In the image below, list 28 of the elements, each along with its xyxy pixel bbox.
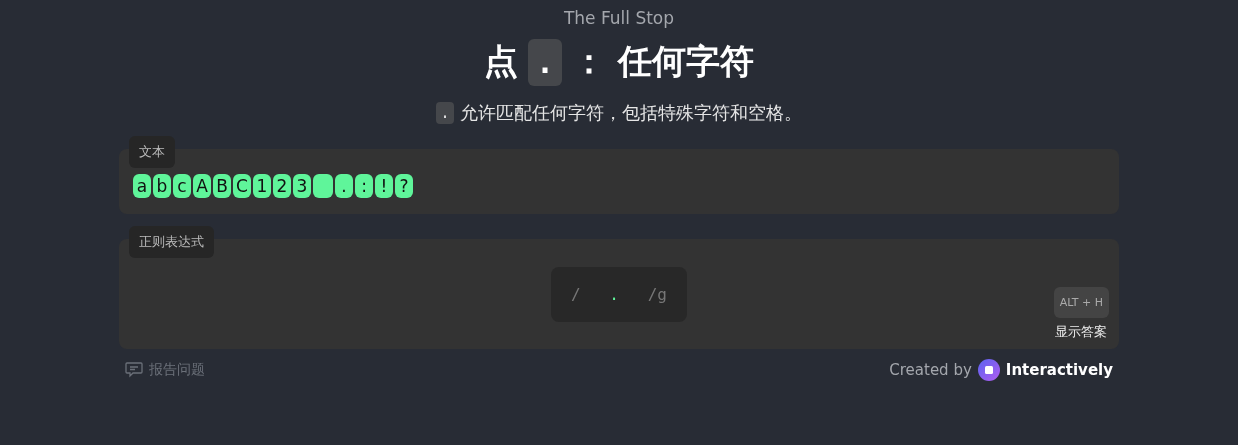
- subtitle-text: 允许匹配任何字符，包括特殊字符和空格。: [459, 101, 802, 125]
- character-chip: C: [233, 174, 251, 198]
- code-chip: .: [528, 38, 563, 86]
- show-answer-label: 显示答案: [1055, 323, 1108, 341]
- code-chip: .: [436, 102, 454, 124]
- panel-label: 正则表达式: [129, 226, 214, 258]
- character-chip: b: [153, 174, 171, 198]
- character-chip: c: [173, 174, 191, 198]
- show-answer-button[interactable]: ALT + H: [1053, 287, 1109, 318]
- character-chip: !: [375, 174, 393, 198]
- character-chip: :: [355, 174, 373, 198]
- credit-text: Created by: [889, 361, 972, 379]
- panel-label: 文本: [129, 136, 175, 168]
- brand-name[interactable]: Interactively: [1005, 361, 1113, 379]
- character-chip: A: [193, 174, 211, 198]
- regex-field[interactable]: / . /g: [551, 266, 687, 322]
- character-chip: ?: [395, 174, 413, 198]
- character-chip: B: [213, 174, 231, 198]
- character-chip: a: [133, 174, 151, 198]
- character-chip: 3: [293, 174, 311, 198]
- title-text: 点: [484, 40, 519, 83]
- character-chip: 1: [253, 174, 271, 198]
- page-kicker: The Full Stop: [563, 7, 675, 29]
- logo-icon: [977, 359, 1000, 381]
- character-chip: 2: [273, 174, 291, 198]
- comment-icon: [125, 362, 143, 378]
- title-text: ： 任何字符: [572, 40, 754, 83]
- character-chip: .: [335, 174, 353, 198]
